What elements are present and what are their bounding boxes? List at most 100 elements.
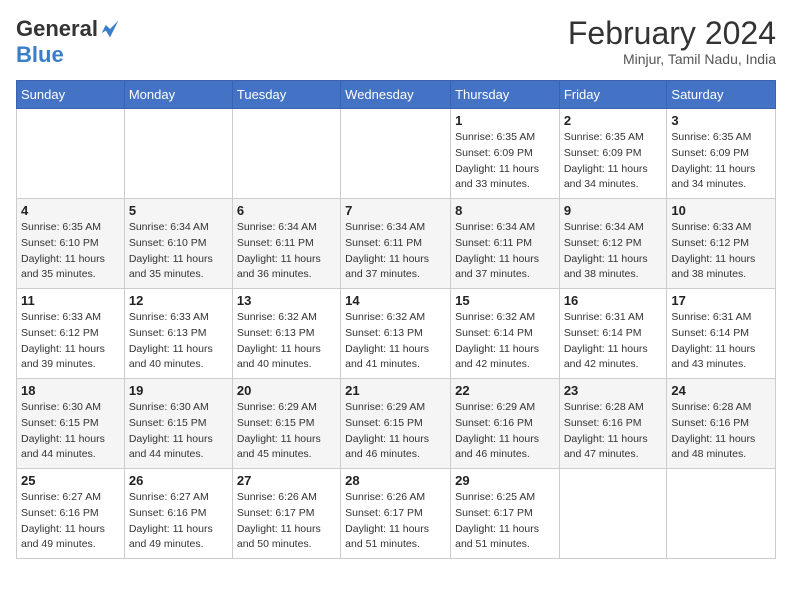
calendar-cell [232, 109, 340, 199]
day-info: Sunrise: 6:29 AMSunset: 6:15 PMDaylight:… [237, 400, 336, 463]
day-number: 27 [237, 473, 336, 488]
calendar-cell: 23Sunrise: 6:28 AMSunset: 6:16 PMDayligh… [559, 379, 667, 469]
day-of-week-friday: Friday [559, 81, 667, 109]
day-info: Sunrise: 6:34 AMSunset: 6:11 PMDaylight:… [345, 220, 446, 283]
day-number: 10 [671, 203, 771, 218]
day-info: Sunrise: 6:35 AMSunset: 6:10 PMDaylight:… [21, 220, 120, 283]
calendar-table: SundayMondayTuesdayWednesdayThursdayFrid… [16, 80, 776, 559]
day-number: 9 [564, 203, 663, 218]
day-info: Sunrise: 6:30 AMSunset: 6:15 PMDaylight:… [21, 400, 120, 463]
month-year-title: February 2024 [568, 16, 776, 51]
calendar-cell: 2 Sunrise: 6:35 AMSunset: 6:09 PMDaylight… [559, 109, 667, 199]
day-number: 7 [345, 203, 446, 218]
day-of-week-wednesday: Wednesday [341, 81, 451, 109]
calendar-cell: 5Sunrise: 6:34 AMSunset: 6:10 PMDaylight… [124, 199, 232, 289]
day-info: Sunrise: 6:31 AMSunset: 6:14 PMDaylight:… [671, 310, 771, 373]
day-info: Sunrise: 6:33 AMSunset: 6:12 PMDaylight:… [671, 220, 771, 283]
calendar-cell: 12 Sunrise: 6:33 AMSunset: 6:13 PMDayligh… [124, 289, 232, 379]
calendar-cell [559, 469, 667, 559]
day-number: 22 [455, 383, 555, 398]
header: General Blue February 2024 Minjur, Tamil… [16, 16, 776, 68]
day-info: Sunrise: 6:26 AMSunset: 6:17 PMDaylight:… [237, 490, 336, 553]
day-number: 16 [564, 293, 663, 308]
calendar-cell: 20 Sunrise: 6:29 AMSunset: 6:15 PMDayligh… [232, 379, 340, 469]
day-info: Sunrise: 6:27 AMSunset: 6:16 PMDaylight:… [21, 490, 120, 553]
day-number: 2 [564, 113, 663, 128]
calendar-cell: 4 Sunrise: 6:35 AMSunset: 6:10 PMDaylight… [17, 199, 125, 289]
calendar-cell: 14 Sunrise: 6:32 AMSunset: 6:13 PMDayligh… [341, 289, 451, 379]
calendar-cell: 10 Sunrise: 6:33 AMSunset: 6:12 PMDayligh… [667, 199, 776, 289]
calendar-header-row: SundayMondayTuesdayWednesdayThursdayFrid… [17, 81, 776, 109]
calendar-cell: 16 Sunrise: 6:31 AMSunset: 6:14 PMDayligh… [559, 289, 667, 379]
day-number: 14 [345, 293, 446, 308]
day-info: Sunrise: 6:32 AMSunset: 6:13 PMDaylight:… [237, 310, 336, 373]
day-number: 4 [21, 203, 120, 218]
day-number: 23 [564, 383, 663, 398]
day-number: 18 [21, 383, 120, 398]
calendar-cell: 9 Sunrise: 6:34 AMSunset: 6:12 PMDaylight… [559, 199, 667, 289]
day-number: 20 [237, 383, 336, 398]
calendar-week-row: 4 Sunrise: 6:35 AMSunset: 6:10 PMDaylight… [17, 199, 776, 289]
day-info: Sunrise: 6:32 AMSunset: 6:14 PMDaylight:… [455, 310, 555, 373]
calendar-cell: 13 Sunrise: 6:32 AMSunset: 6:13 PMDayligh… [232, 289, 340, 379]
calendar-cell: 19 Sunrise: 6:30 AMSunset: 6:15 PMDayligh… [124, 379, 232, 469]
calendar-week-row: 11 Sunrise: 6:33 AMSunset: 6:12 PMDayligh… [17, 289, 776, 379]
day-number: 28 [345, 473, 446, 488]
calendar-week-row: 25 Sunrise: 6:27 AMSunset: 6:16 PMDayligh… [17, 469, 776, 559]
location-subtitle: Minjur, Tamil Nadu, India [568, 51, 776, 67]
day-number: 29 [455, 473, 555, 488]
day-info: Sunrise: 6:34 AMSunset: 6:12 PMDaylight:… [564, 220, 663, 283]
calendar-cell: 17 Sunrise: 6:31 AMSunset: 6:14 PMDayligh… [667, 289, 776, 379]
calendar-cell [667, 469, 776, 559]
day-of-week-tuesday: Tuesday [232, 81, 340, 109]
calendar-cell: 29 Sunrise: 6:25 AMSunset: 6:17 PMDayligh… [451, 469, 560, 559]
day-of-week-saturday: Saturday [667, 81, 776, 109]
day-number: 8 [455, 203, 555, 218]
day-info: Sunrise: 6:35 AMSunset: 6:09 PMDaylight:… [455, 130, 555, 193]
day-number: 1 [455, 113, 555, 128]
day-info: Sunrise: 6:27 AMSunset: 6:16 PMDaylight:… [129, 490, 228, 553]
day-info: Sunrise: 6:35 AMSunset: 6:09 PMDaylight:… [564, 130, 663, 193]
day-number: 12 [129, 293, 228, 308]
day-info: Sunrise: 6:30 AMSunset: 6:15 PMDaylight:… [129, 400, 228, 463]
calendar-cell [17, 109, 125, 199]
day-number: 13 [237, 293, 336, 308]
calendar-cell: 15 Sunrise: 6:32 AMSunset: 6:14 PMDayligh… [451, 289, 560, 379]
calendar-cell: 1 Sunrise: 6:35 AMSunset: 6:09 PMDaylight… [451, 109, 560, 199]
day-info: Sunrise: 6:34 AMSunset: 6:11 PMDaylight:… [237, 220, 336, 283]
calendar-cell: 24 Sunrise: 6:28 AMSunset: 6:16 PMDayligh… [667, 379, 776, 469]
day-of-week-sunday: Sunday [17, 81, 125, 109]
calendar-cell: 25 Sunrise: 6:27 AMSunset: 6:16 PMDayligh… [17, 469, 125, 559]
day-info: Sunrise: 6:25 AMSunset: 6:17 PMDaylight:… [455, 490, 555, 553]
day-info: Sunrise: 6:29 AMSunset: 6:16 PMDaylight:… [455, 400, 555, 463]
title-area: February 2024 Minjur, Tamil Nadu, India [568, 16, 776, 67]
day-info: Sunrise: 6:28 AMSunset: 6:16 PMDaylight:… [671, 400, 771, 463]
day-info: Sunrise: 6:35 AMSunset: 6:09 PMDaylight:… [671, 130, 771, 193]
day-number: 25 [21, 473, 120, 488]
day-info: Sunrise: 6:33 AMSunset: 6:12 PMDaylight:… [21, 310, 120, 373]
logo-blue-text: Blue [16, 42, 64, 68]
day-number: 24 [671, 383, 771, 398]
calendar-cell: 8Sunrise: 6:34 AMSunset: 6:11 PMDaylight… [451, 199, 560, 289]
calendar-cell: 6 Sunrise: 6:34 AMSunset: 6:11 PMDaylight… [232, 199, 340, 289]
day-info: Sunrise: 6:33 AMSunset: 6:13 PMDaylight:… [129, 310, 228, 373]
day-number: 26 [129, 473, 228, 488]
day-number: 6 [237, 203, 336, 218]
day-info: Sunrise: 6:29 AMSunset: 6:15 PMDaylight:… [345, 400, 446, 463]
calendar-cell: 27 Sunrise: 6:26 AMSunset: 6:17 PMDayligh… [232, 469, 340, 559]
day-number: 17 [671, 293, 771, 308]
logo: General Blue [16, 16, 120, 68]
calendar-cell: 3Sunrise: 6:35 AMSunset: 6:09 PMDaylight… [667, 109, 776, 199]
day-number: 15 [455, 293, 555, 308]
calendar-cell: 21 Sunrise: 6:29 AMSunset: 6:15 PMDayligh… [341, 379, 451, 469]
calendar-cell: 11 Sunrise: 6:33 AMSunset: 6:12 PMDayligh… [17, 289, 125, 379]
calendar-cell: 22 Sunrise: 6:29 AMSunset: 6:16 PMDayligh… [451, 379, 560, 469]
calendar-cell: 26 Sunrise: 6:27 AMSunset: 6:16 PMDayligh… [124, 469, 232, 559]
day-info: Sunrise: 6:32 AMSunset: 6:13 PMDaylight:… [345, 310, 446, 373]
day-number: 11 [21, 293, 120, 308]
day-info: Sunrise: 6:31 AMSunset: 6:14 PMDaylight:… [564, 310, 663, 373]
day-number: 21 [345, 383, 446, 398]
calendar-week-row: 1 Sunrise: 6:35 AMSunset: 6:09 PMDaylight… [17, 109, 776, 199]
day-number: 19 [129, 383, 228, 398]
day-of-week-monday: Monday [124, 81, 232, 109]
